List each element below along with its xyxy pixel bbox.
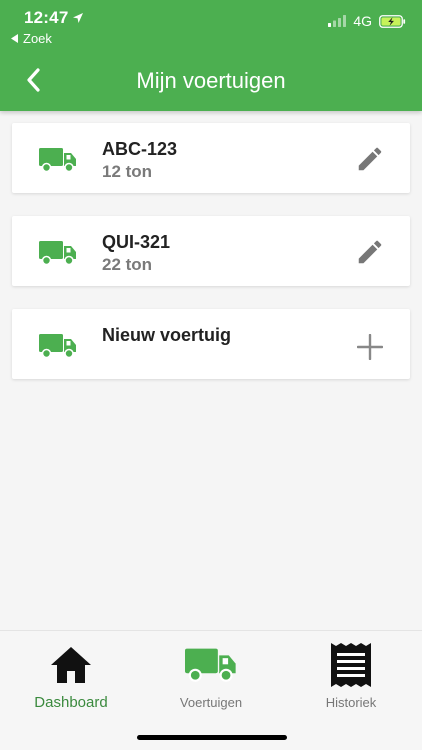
truck-icon: [39, 241, 76, 266]
network-type: 4G: [353, 13, 372, 29]
vehicle-weight: 22 ton: [102, 255, 153, 274]
home-indicator: [137, 735, 287, 740]
tab-dashboard[interactable]: Dashboard: [1, 641, 141, 721]
pencil-icon: [358, 240, 382, 264]
app-screen: 12:47 Zoek 4G Mijn voertuigen ABC-123 12…: [0, 0, 422, 750]
tab-label: Voertuigen: [179, 695, 243, 710]
truck-icon: [39, 148, 76, 173]
vehicle-card-abc-123[interactable]: ABC-123 12 ton: [12, 123, 410, 193]
plus-icon: [357, 334, 383, 360]
tab-label: Dashboard: [34, 694, 108, 711]
tab-label: Historiek: [325, 695, 377, 710]
tab-historiek[interactable]: Historiek: [281, 641, 421, 721]
tab-voertuigen[interactable]: Voertuigen: [141, 641, 281, 721]
receipt-icon: [331, 643, 371, 687]
status-time-text: 12:47: [24, 8, 69, 27]
status-time: 12:47: [24, 8, 84, 28]
add-vehicle-button[interactable]: [354, 331, 386, 363]
truck-icon: [185, 648, 236, 682]
pencil-icon: [358, 147, 382, 171]
new-vehicle-card[interactable]: Nieuw voertuig: [12, 309, 410, 379]
new-vehicle-label: Nieuw voertuig: [102, 325, 232, 345]
back-triangle-icon: [11, 34, 18, 43]
edit-vehicle-button[interactable]: [354, 236, 386, 268]
signal-icon: [328, 15, 347, 27]
home-icon: [51, 647, 91, 683]
vehicle-plate: ABC-123: [102, 139, 178, 159]
vehicle-weight: 12 ton: [102, 162, 153, 181]
status-back-link[interactable]: Zoek: [11, 31, 52, 46]
vehicle-card-qui-321[interactable]: QUI-321 22 ton: [12, 216, 410, 286]
vehicle-plate: QUI-321: [102, 232, 171, 252]
status-indicators: 4G: [328, 13, 406, 29]
app-header: 12:47 Zoek 4G Mijn voertuigen: [0, 0, 422, 111]
page-title: Mijn voertuigen: [136, 68, 286, 93]
location-arrow-icon: [73, 13, 84, 23]
tab-bar: Dashboard Voertuigen Historiek: [0, 630, 422, 750]
status-back-label: Zoek: [23, 31, 52, 46]
battery-charging-icon: [379, 14, 406, 28]
edit-vehicle-button[interactable]: [354, 143, 386, 175]
truck-icon: [39, 334, 76, 359]
